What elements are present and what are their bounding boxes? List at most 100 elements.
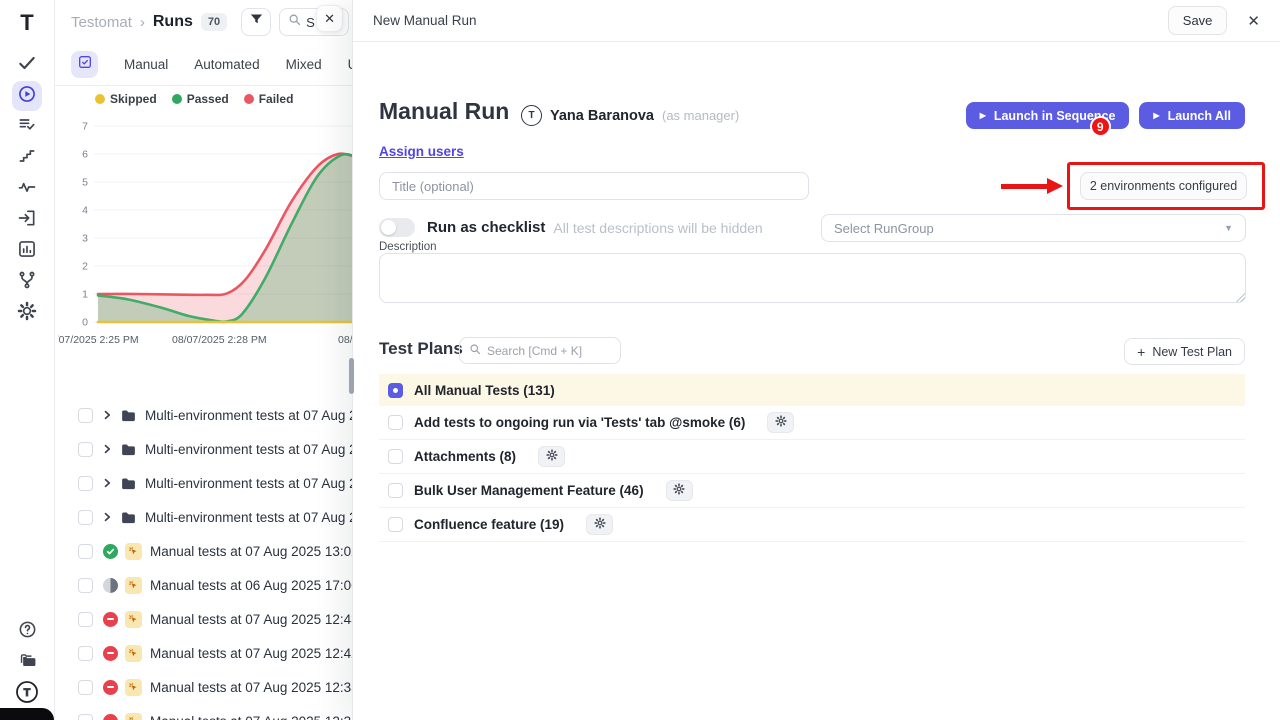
tab-mixed[interactable]: Mixed bbox=[286, 57, 322, 72]
run-title[interactable]: Multi-environment tests at 07 Aug 20 bbox=[145, 510, 364, 525]
row-checkbox[interactable] bbox=[78, 510, 93, 525]
description-label: Description bbox=[379, 241, 437, 253]
run-as-checklist-toggle[interactable] bbox=[379, 218, 415, 237]
assign-users-link[interactable]: Assign users bbox=[379, 144, 464, 159]
gear-icon bbox=[546, 448, 558, 466]
run-title[interactable]: Multi-environment tests at 07 Aug 20 bbox=[145, 408, 364, 423]
run-title[interactable]: Manual tests at 07 Aug 2025 12:3 bbox=[150, 714, 351, 720]
svg-text:3: 3 bbox=[82, 233, 88, 245]
svg-text:6: 6 bbox=[82, 149, 88, 161]
row-checkbox[interactable] bbox=[78, 544, 93, 559]
manual-test-icon bbox=[125, 543, 142, 560]
sidebar-item-analytics[interactable] bbox=[12, 236, 42, 266]
manual-test-icon bbox=[125, 611, 142, 628]
folder-icon bbox=[120, 475, 137, 492]
test-plan-row[interactable]: Confluence feature (19) bbox=[379, 508, 1245, 542]
svg-text:7: 7 bbox=[82, 121, 88, 133]
new-manual-run-drawer: New Manual Run Save ✕ Manual Run T Yana … bbox=[352, 0, 1280, 720]
run-title[interactable]: Manual tests at 07 Aug 2025 13:02 bbox=[150, 544, 359, 559]
chevron-right-icon[interactable] bbox=[101, 477, 113, 489]
manual-test-icon bbox=[125, 577, 142, 594]
row-checkbox[interactable] bbox=[78, 714, 93, 720]
runs-count-badge: 70 bbox=[201, 13, 227, 31]
run-status-icon bbox=[103, 680, 118, 695]
chevron-right-icon[interactable] bbox=[101, 511, 113, 523]
plan-settings-button[interactable] bbox=[666, 480, 693, 501]
test-plan-list: All Manual Tests (131) Add tests to ongo… bbox=[379, 374, 1245, 542]
run-title[interactable]: Manual tests at 07 Aug 2025 12:35 bbox=[150, 680, 359, 695]
run-status-icon bbox=[103, 578, 118, 593]
test-plans-heading: Test Plans bbox=[379, 339, 463, 359]
svg-text:T: T bbox=[24, 687, 31, 699]
sidebar-item-tests[interactable] bbox=[12, 50, 42, 80]
save-button[interactable]: Save bbox=[1168, 6, 1228, 35]
run-title[interactable]: Manual tests at 07 Aug 2025 12:42 bbox=[150, 646, 359, 661]
plan-settings-button[interactable] bbox=[767, 412, 794, 433]
import-icon bbox=[17, 208, 37, 233]
row-checkbox[interactable] bbox=[78, 408, 93, 423]
chevron-right-icon[interactable] bbox=[101, 443, 113, 455]
breadcrumb-parent[interactable]: Testomat bbox=[71, 14, 132, 31]
run-title[interactable]: Multi-environment tests at 07 Aug 20 bbox=[145, 442, 364, 457]
sidebar-item-docs[interactable] bbox=[12, 648, 42, 678]
scrollbar-thumb[interactable] bbox=[349, 358, 354, 394]
row-checkbox[interactable] bbox=[78, 442, 93, 457]
sidebar-item-pulse[interactable] bbox=[12, 174, 42, 204]
launch-all-button[interactable]: ▶ Launch All bbox=[1139, 102, 1245, 129]
test-plan-search-input[interactable] bbox=[487, 344, 607, 358]
sidebar-item-branches[interactable] bbox=[12, 267, 42, 297]
run-title[interactable]: Manual tests at 07 Aug 2025 12:43 bbox=[150, 612, 359, 627]
chevron-right-icon[interactable] bbox=[101, 409, 113, 421]
plan-settings-button[interactable] bbox=[538, 446, 565, 467]
checkbox[interactable] bbox=[388, 483, 403, 498]
app-logo[interactable]: T bbox=[20, 10, 33, 36]
run-title[interactable]: Manual tests at 06 Aug 2025 17:06 bbox=[150, 578, 359, 593]
checkbox-checked[interactable] bbox=[388, 383, 403, 398]
row-checkbox[interactable] bbox=[78, 612, 93, 627]
left-sidebar: T bbox=[0, 0, 55, 720]
row-checkbox[interactable] bbox=[78, 476, 93, 491]
sidebar-item-help[interactable] bbox=[12, 617, 42, 647]
row-checkbox[interactable] bbox=[78, 646, 93, 661]
sidebar-item-runs[interactable] bbox=[12, 81, 42, 111]
sidebar-item-settings[interactable] bbox=[12, 298, 42, 328]
sidebar-item-test-plans[interactable] bbox=[12, 112, 42, 142]
run-title[interactable]: Multi-environment tests at 07 Aug 20 bbox=[145, 476, 364, 491]
annotation-number-badge: 9 bbox=[1090, 116, 1111, 137]
legend-passed: Passed bbox=[172, 92, 229, 106]
sidebar-item-account[interactable]: T bbox=[12, 679, 42, 709]
checkbox[interactable] bbox=[388, 449, 403, 464]
new-test-plan-button[interactable]: + New Test Plan bbox=[1124, 338, 1245, 365]
test-plan-row[interactable]: Add tests to ongoing run via 'Tests' tab… bbox=[379, 406, 1245, 440]
test-plan-row-selected[interactable]: All Manual Tests (131) bbox=[379, 374, 1245, 406]
question-icon bbox=[18, 620, 37, 644]
window-corner bbox=[0, 708, 54, 720]
clear-search-button[interactable]: ✕ bbox=[316, 5, 343, 32]
sidebar-item-import[interactable] bbox=[12, 205, 42, 235]
checkbox[interactable] bbox=[388, 517, 403, 532]
run-title-input[interactable] bbox=[379, 172, 809, 200]
checklist-toggle-row: Run as checklist All test descriptions w… bbox=[379, 218, 763, 237]
svg-text:1: 1 bbox=[82, 289, 88, 301]
drawer-title: New Manual Run bbox=[373, 13, 1168, 28]
rungroup-select[interactable]: Select RunGroup ▼ bbox=[821, 214, 1246, 242]
tab-automated[interactable]: Automated bbox=[194, 57, 259, 72]
row-checkbox[interactable] bbox=[78, 680, 93, 695]
test-plan-row[interactable]: Attachments (8) bbox=[379, 440, 1245, 474]
description-textarea[interactable] bbox=[379, 253, 1246, 303]
plan-settings-button[interactable] bbox=[586, 514, 613, 535]
filter-button[interactable] bbox=[241, 8, 271, 36]
tab-manual[interactable]: Manual bbox=[124, 57, 168, 72]
checkbox[interactable] bbox=[388, 415, 403, 430]
environments-button[interactable]: 2 environments configured bbox=[1080, 172, 1247, 200]
test-plan-row[interactable]: Bulk User Management Feature (46) bbox=[379, 474, 1245, 508]
close-icon[interactable]: ✕ bbox=[1247, 12, 1260, 30]
gear-icon bbox=[594, 516, 606, 534]
sidebar-item-milestones[interactable] bbox=[12, 143, 42, 173]
checklist-icon bbox=[77, 54, 93, 75]
svg-text:4: 4 bbox=[82, 205, 88, 217]
tab-all-runs[interactable] bbox=[71, 51, 98, 78]
row-checkbox[interactable] bbox=[78, 578, 93, 593]
steps-icon bbox=[17, 146, 37, 171]
annotation-red-arrow bbox=[1001, 178, 1063, 195]
